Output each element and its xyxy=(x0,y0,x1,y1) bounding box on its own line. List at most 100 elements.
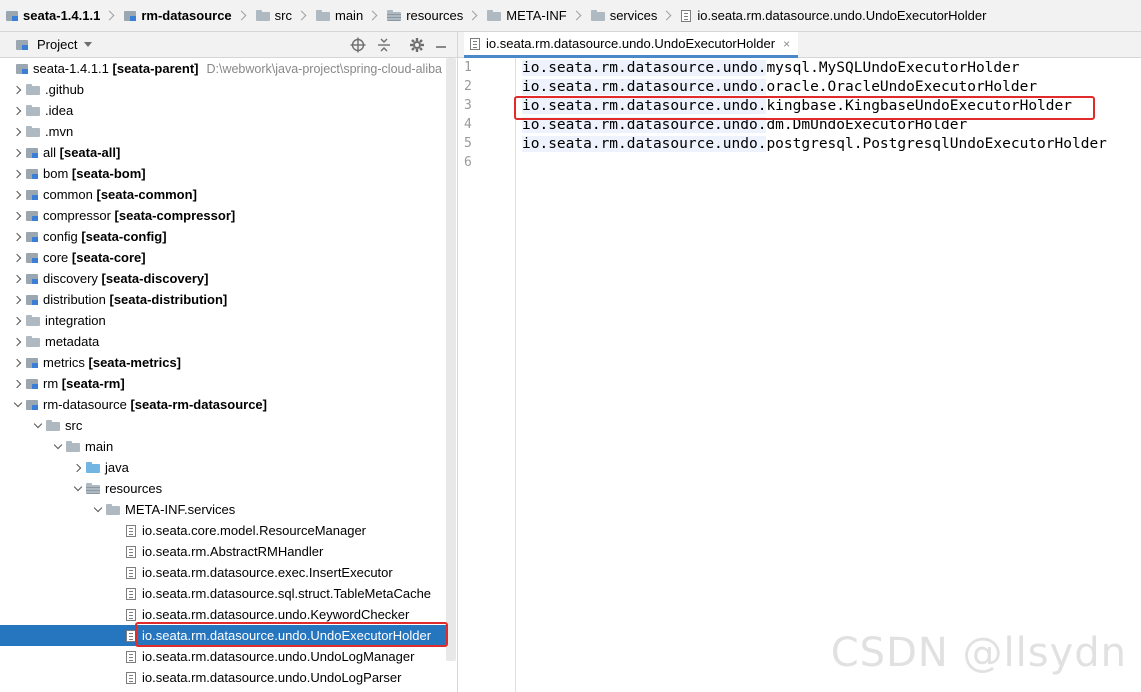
tree-item-name: integration xyxy=(45,313,106,328)
collapse-all-icon[interactable] xyxy=(375,36,393,54)
chevron-right-icon[interactable] xyxy=(10,208,26,224)
tree-item[interactable]: metadata xyxy=(0,331,446,352)
chevron-down-icon[interactable] xyxy=(50,439,66,455)
file-icon xyxy=(126,671,136,684)
tree-item[interactable]: bom [seata-bom] xyxy=(0,163,446,184)
folder-icon xyxy=(255,10,270,21)
tree-item-label: .idea xyxy=(45,103,73,118)
chevron-right-icon[interactable] xyxy=(10,124,26,140)
tree-item-label: java xyxy=(105,460,129,475)
tree-item[interactable]: io.seata.rm.datasource.undo.UndoLogParse… xyxy=(0,667,446,688)
gear-icon[interactable] xyxy=(408,36,426,54)
tree-item[interactable]: resources xyxy=(0,478,446,499)
module-folder-icon xyxy=(26,357,38,368)
locate-icon[interactable] xyxy=(349,36,367,54)
module-folder-icon xyxy=(26,378,38,389)
tree-item[interactable]: src xyxy=(0,415,446,436)
breadcrumb-item[interactable]: META-INF xyxy=(481,0,584,32)
file-icon xyxy=(126,650,136,663)
resources-folder-icon xyxy=(387,10,402,21)
module-name: [seata-config] xyxy=(81,229,167,244)
file-icon xyxy=(126,587,136,600)
tree-item[interactable]: compressor [seata-compressor] xyxy=(0,205,446,226)
resources-folder-icon xyxy=(86,483,100,494)
chevron-right-icon[interactable] xyxy=(10,145,26,161)
module-folder-icon xyxy=(26,294,38,305)
tree-item[interactable]: main xyxy=(0,436,446,457)
tree-item[interactable]: core [seata-core] xyxy=(0,247,446,268)
chevron-right-icon[interactable] xyxy=(10,292,26,308)
tree-item[interactable]: common [seata-common] xyxy=(0,184,446,205)
tree-item[interactable]: io.seata.rm.AbstractRMHandler xyxy=(0,541,446,562)
tree-item-name: discovery xyxy=(43,271,98,286)
tree-item-label: metadata xyxy=(45,334,99,349)
tree-item[interactable]: all [seata-all] xyxy=(0,142,446,163)
breadcrumb-item[interactable]: resources xyxy=(381,0,481,32)
tree-item[interactable]: discovery [seata-discovery] xyxy=(0,268,446,289)
folder-icon xyxy=(106,504,120,515)
chevron-right-icon[interactable] xyxy=(10,103,26,119)
chevron-right-icon[interactable] xyxy=(10,229,26,245)
chevron-right-icon[interactable] xyxy=(10,334,26,350)
tree-item[interactable]: .github xyxy=(0,79,446,100)
close-icon[interactable]: × xyxy=(783,37,790,51)
module-folder-icon xyxy=(26,231,38,242)
module-folder-icon xyxy=(26,189,38,200)
code-line[interactable]: io.seata.rm.datasource.undo.postgresql.P… xyxy=(522,136,1107,155)
tree-item-label: src xyxy=(65,418,82,433)
tree-item-label: .github xyxy=(45,82,84,97)
tree-item[interactable]: metrics [seata-metrics] xyxy=(0,352,446,373)
tree-item[interactable]: integration xyxy=(0,310,446,331)
tree-item[interactable]: io.seata.rm.datasource.sql.struct.TableM… xyxy=(0,583,446,604)
code-line[interactable]: io.seata.rm.datasource.undo.mysql.MySQLU… xyxy=(522,60,1020,79)
project-tree-scrollbar[interactable] xyxy=(446,58,456,661)
chevron-right-icon[interactable] xyxy=(10,82,26,98)
tree-item[interactable]: distribution [seata-distribution] xyxy=(0,289,446,310)
chevron-right-icon[interactable] xyxy=(10,355,26,371)
breadcrumb-item[interactable]: src xyxy=(250,0,310,32)
tree-item[interactable]: .idea xyxy=(0,100,446,121)
tree-item[interactable]: config [seata-config] xyxy=(0,226,446,247)
tree-item-name: io.seata.rm.datasource.undo.UndoLogManag… xyxy=(142,649,415,664)
chevron-right-icon[interactable] xyxy=(10,271,26,287)
chevron-down-icon[interactable] xyxy=(70,481,86,497)
tree-item[interactable]: rm [seata-rm] xyxy=(0,373,446,394)
tree-item-label: compressor [seata-compressor] xyxy=(43,208,235,223)
tree-item[interactable]: seata-1.4.1.1 [seata-parent] D:\webwork\j… xyxy=(0,58,446,79)
tree-item[interactable]: .mvn xyxy=(0,121,446,142)
chevron-right-icon[interactable] xyxy=(10,313,26,329)
tree-item-name: resources xyxy=(105,481,163,496)
tree-item[interactable]: META-INF.services xyxy=(0,499,446,520)
editor-tab-undo-executor-holder[interactable]: io.seata.rm.datasource.undo.UndoExecutor… xyxy=(464,32,799,58)
tree-item[interactable]: io.seata.core.model.ResourceManager xyxy=(0,520,446,541)
tree-item[interactable]: io.seata.rm.datasource.undo.UndoLogManag… xyxy=(0,646,446,667)
breadcrumb-item[interactable]: main xyxy=(310,0,381,32)
breadcrumb-item[interactable]: seata-1.4.1.1 xyxy=(0,0,118,32)
chevron-down-icon[interactable] xyxy=(84,42,93,47)
tree-item-name: bom xyxy=(43,166,69,181)
project-view-selector[interactable]: Project xyxy=(37,37,77,52)
folder-icon xyxy=(26,315,40,326)
highlight-box-kingbase-line xyxy=(514,96,1095,120)
tree-item[interactable]: rm-datasource [seata-rm-datasource] xyxy=(0,394,446,415)
chevron-down-icon[interactable] xyxy=(30,418,46,434)
minimize-icon[interactable] xyxy=(432,36,450,54)
chevron-right-icon[interactable] xyxy=(70,460,86,476)
tree-item-label: discovery [seata-discovery] xyxy=(43,271,209,286)
chevron-right-icon[interactable] xyxy=(10,376,26,392)
tree-item[interactable]: java xyxy=(0,457,446,478)
tree-item-label: io.seata.rm.datasource.undo.KeywordCheck… xyxy=(142,607,409,622)
breadcrumb-item[interactable]: rm-datasource xyxy=(118,0,249,32)
chevron-right-icon[interactable] xyxy=(10,250,26,266)
chevron-right-icon[interactable] xyxy=(10,166,26,182)
chevron-down-icon[interactable] xyxy=(90,502,106,518)
breadcrumb-item[interactable]: io.seata.rm.datasource.undo.UndoExecutor… xyxy=(675,0,990,32)
chevron-down-icon[interactable] xyxy=(10,397,26,413)
tree-item-name: .mvn xyxy=(45,124,74,139)
tree-item[interactable]: io.seata.rm.datasource.exec.InsertExecut… xyxy=(0,562,446,583)
breadcrumb-item[interactable]: services xyxy=(585,0,676,32)
tree-item-name: .github xyxy=(45,82,85,97)
chevron-right-icon[interactable] xyxy=(10,187,26,203)
